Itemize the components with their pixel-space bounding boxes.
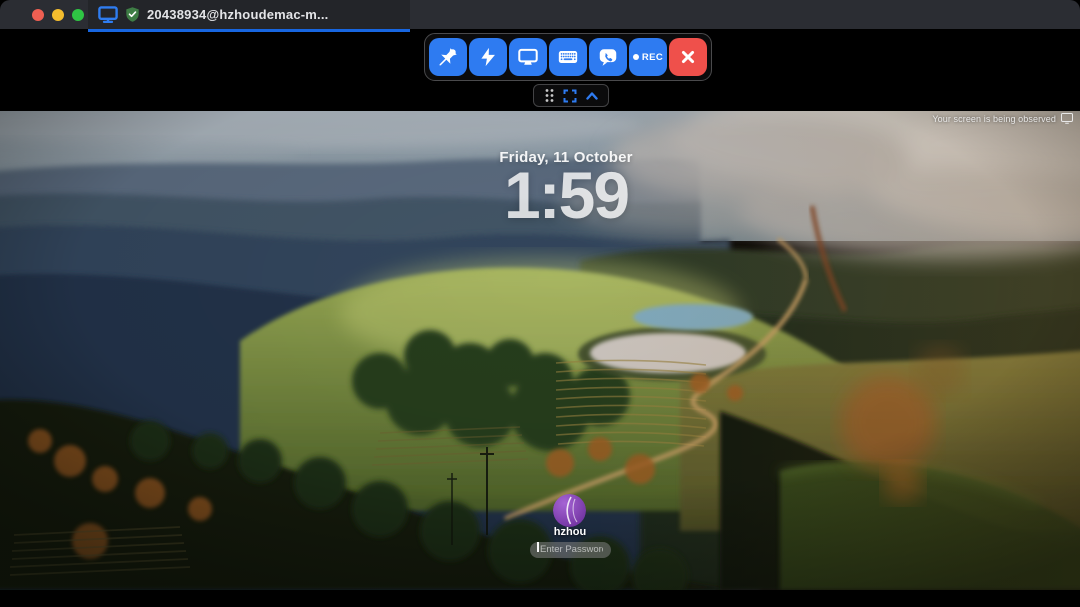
text-caret — [537, 542, 539, 552]
observed-display-icon — [1061, 113, 1073, 124]
session-tab[interactable]: 20438934@hzhoudemac-m... — [88, 0, 410, 29]
display-settings-button[interactable] — [509, 38, 547, 76]
grid-dots-icon[interactable] — [544, 88, 555, 103]
keyboard-icon — [557, 46, 579, 68]
performance-boost-button[interactable] — [469, 38, 507, 76]
remote-screen: Your screen is being observed Friday, 11… — [0, 111, 1080, 590]
pin-button[interactable] — [429, 38, 467, 76]
password-field-wrap — [530, 539, 611, 555]
record-dot-icon — [633, 54, 639, 60]
lock-screen-clock: 1:59 — [504, 157, 628, 233]
record-label: REC — [642, 52, 663, 63]
close-session-button[interactable] — [669, 38, 707, 76]
toolbar-handle — [533, 84, 609, 107]
display-icon — [98, 6, 118, 23]
password-input[interactable] — [530, 542, 611, 558]
record-button[interactable]: REC — [629, 38, 667, 76]
session-tab-title: 20438934@hzhoudemac-m... — [147, 7, 329, 22]
chevron-up-icon[interactable] — [585, 90, 599, 101]
remote-desktop-window: 20438934@hzhoudemac-m... — [0, 0, 1080, 607]
screen-observed-notice: Your screen is being observed — [932, 113, 1073, 124]
lock-screen-username: hzhou — [554, 526, 586, 538]
screen-observed-text: Your screen is being observed — [932, 114, 1056, 124]
tab-active-underline — [88, 29, 410, 32]
titlebar: 20438934@hzhoudemac-m... — [0, 0, 1080, 29]
keyboard-button[interactable] — [549, 38, 587, 76]
chat-phone-icon — [597, 46, 619, 68]
voice-chat-button[interactable] — [589, 38, 627, 76]
monitor-icon — [517, 46, 539, 68]
traffic-lights — [32, 9, 84, 21]
remote-toolbar: REC — [424, 33, 712, 81]
secure-shield-icon — [125, 6, 140, 23]
close-window-button[interactable] — [32, 9, 44, 21]
close-x-icon — [677, 46, 699, 68]
pin-icon — [437, 46, 459, 68]
zoom-window-button[interactable] — [72, 9, 84, 21]
fullscreen-icon[interactable] — [563, 89, 577, 103]
minimize-window-button[interactable] — [52, 9, 64, 21]
lightning-icon — [477, 46, 499, 68]
user-avatar — [553, 494, 586, 527]
